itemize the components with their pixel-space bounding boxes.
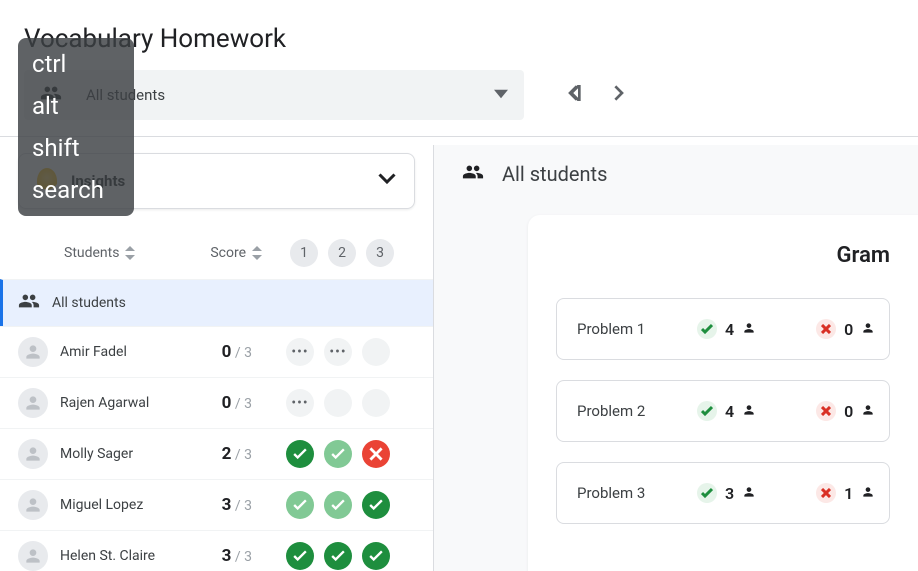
student-score: 3 / 3 xyxy=(192,495,252,515)
row-label: All students xyxy=(52,295,172,311)
prev-student-button[interactable] xyxy=(566,85,582,105)
problem-pill[interactable]: 3 xyxy=(366,239,394,267)
person-icon xyxy=(742,484,756,503)
check-icon xyxy=(697,401,717,421)
stat-correct: 4 xyxy=(697,401,756,421)
avatar xyxy=(18,337,48,367)
sort-icon xyxy=(252,246,262,260)
avatar xyxy=(18,541,48,571)
column-score[interactable]: Score xyxy=(192,245,262,261)
people-icon xyxy=(462,161,484,187)
right-header-label: All students xyxy=(502,162,607,186)
student-score: 3 / 3 xyxy=(192,546,252,566)
stat-wrong: 1 xyxy=(816,483,875,503)
student-row[interactable]: Rajen Agarwal 0 / 3 ••• xyxy=(0,377,433,428)
status-correct-icon xyxy=(362,542,390,570)
student-row[interactable]: Molly Sager 2 / 3 xyxy=(0,428,433,479)
people-icon xyxy=(18,290,40,316)
x-icon xyxy=(816,319,836,339)
avatar xyxy=(18,388,48,418)
student-score: 0 / 3 xyxy=(192,342,252,362)
stat-wrong: 0 xyxy=(816,401,875,421)
x-icon xyxy=(816,483,836,503)
caret-down-icon xyxy=(494,86,508,105)
status-correct-icon xyxy=(324,542,352,570)
status-correct-light-icon xyxy=(324,491,352,519)
student-name: Molly Sager xyxy=(60,446,180,462)
student-name: Miguel Lopez xyxy=(60,497,180,513)
person-icon xyxy=(861,484,875,503)
problem-pill[interactable]: 2 xyxy=(328,239,356,267)
avatar xyxy=(18,439,48,469)
status-correct-light-icon xyxy=(324,440,352,468)
status-correct-icon xyxy=(286,542,314,570)
problem-label: Problem 3 xyxy=(577,484,667,502)
problem-label: Problem 1 xyxy=(577,320,667,338)
overlay-key: ctrl xyxy=(32,50,104,78)
status-dots-icon: ••• xyxy=(324,338,352,366)
stat-correct: 3 xyxy=(697,483,756,503)
problem-pill[interactable]: 1 xyxy=(290,239,318,267)
student-name: Helen St. Claire xyxy=(60,548,180,564)
status-correct-light-icon xyxy=(286,491,314,519)
problem-card[interactable]: Problem 2 4 0 xyxy=(556,380,890,442)
student-row[interactable]: Miguel Lopez 3 / 3 xyxy=(0,479,433,530)
status-wrong-icon xyxy=(362,440,390,468)
status-blank-icon xyxy=(324,389,352,417)
student-name: Rajen Agarwal xyxy=(60,395,180,411)
chevron-down-icon xyxy=(378,170,396,192)
status-dots-icon: ••• xyxy=(286,389,314,417)
overlay-key: alt xyxy=(32,92,104,120)
overlay-key: shift xyxy=(32,134,104,162)
next-student-button[interactable] xyxy=(610,85,626,105)
column-students[interactable]: Students xyxy=(64,245,184,261)
person-icon xyxy=(861,320,875,339)
status-correct-icon xyxy=(362,491,390,519)
overlay-key: search xyxy=(32,176,104,204)
person-icon xyxy=(742,402,756,421)
all-students-row[interactable]: All students xyxy=(0,279,433,326)
check-icon xyxy=(697,319,717,339)
problem-card[interactable]: Problem 3 3 1 xyxy=(556,462,890,524)
problem-label: Problem 2 xyxy=(577,402,667,420)
student-row[interactable]: Amir Fadel 0 / 3 ••• ••• xyxy=(0,326,433,377)
check-icon xyxy=(697,483,717,503)
student-name: Amir Fadel xyxy=(60,344,180,360)
person-icon xyxy=(861,402,875,421)
problem-card[interactable]: Problem 1 4 0 xyxy=(556,298,890,360)
panel-title: Gram xyxy=(556,243,890,268)
sort-icon xyxy=(125,246,135,260)
status-correct-icon xyxy=(286,440,314,468)
page-title: Vocabulary Homework xyxy=(0,0,918,70)
avatar xyxy=(18,490,48,520)
student-score: 2 / 3 xyxy=(192,444,252,464)
status-blank-icon xyxy=(362,338,390,366)
status-dots-icon: ••• xyxy=(286,338,314,366)
divider xyxy=(0,136,918,137)
person-icon xyxy=(742,320,756,339)
status-blank-icon xyxy=(362,389,390,417)
x-icon xyxy=(816,401,836,421)
keyboard-overlay: ctrl alt shift search xyxy=(18,38,134,216)
student-score: 0 / 3 xyxy=(192,393,252,413)
student-row[interactable]: Helen St. Claire 3 / 3 xyxy=(0,530,433,571)
stat-wrong: 0 xyxy=(816,319,875,339)
stat-correct: 4 xyxy=(697,319,756,339)
